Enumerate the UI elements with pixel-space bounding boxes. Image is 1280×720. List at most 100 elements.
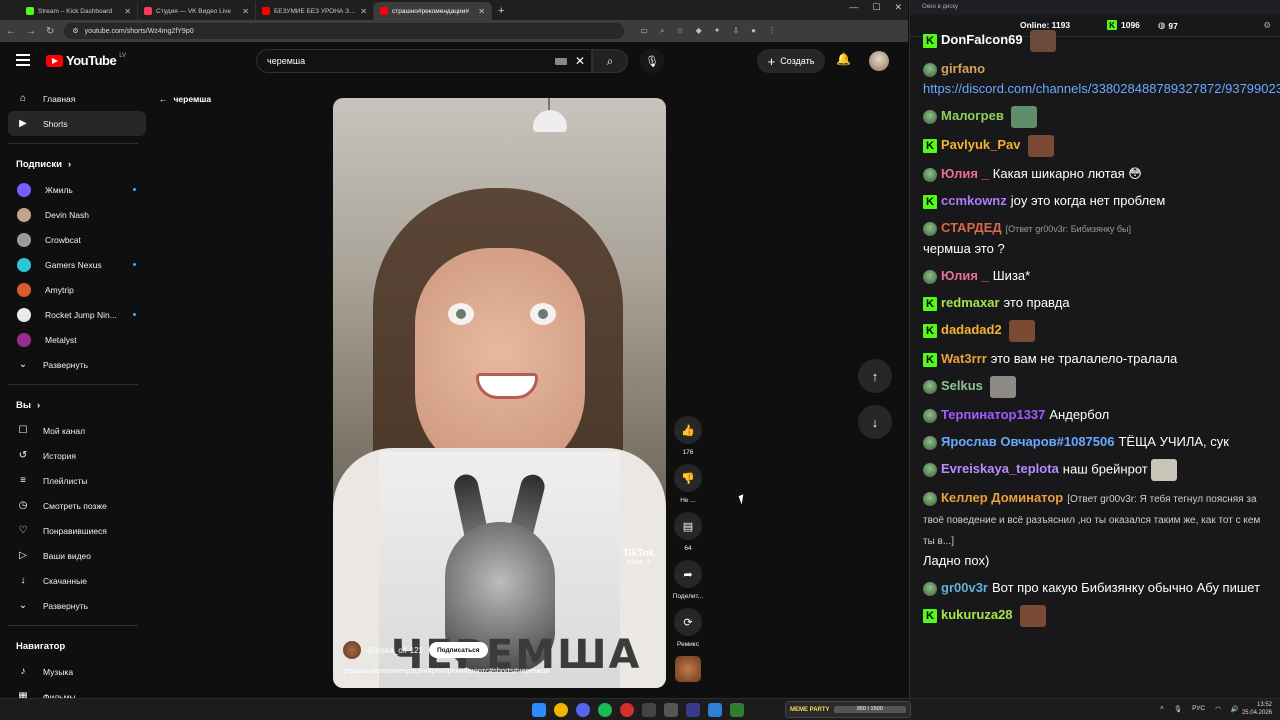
terminal-icon[interactable] — [664, 703, 678, 717]
chevron-up-icon[interactable]: ˄ — [1160, 705, 1164, 713]
chat-username[interactable]: girfano — [941, 61, 985, 76]
channel-name[interactable]: @iriska_off-121 — [367, 646, 423, 655]
account-avatar[interactable] — [869, 51, 889, 71]
chat-username[interactable]: dadadad2 — [941, 322, 1002, 337]
sidebar-item-subscription[interactable]: Gamers Nexus — [8, 252, 146, 277]
wifi-icon[interactable]: ◠ — [1215, 705, 1221, 713]
discord-icon[interactable] — [576, 703, 590, 717]
tab-close-icon[interactable]: ✕ — [124, 7, 131, 16]
sidebar-item-subscription[interactable]: Rocket Jump Nin... — [8, 302, 146, 327]
reload-icon[interactable]: ↻ — [46, 26, 54, 37]
start-icon[interactable] — [532, 703, 546, 717]
url-input[interactable]: ⚙ youtube.com/shorts/Wz4mg2fY9p0 — [64, 23, 625, 39]
chat-username[interactable]: Келлер Доминатор — [941, 490, 1063, 505]
spotify-icon[interactable] — [598, 703, 612, 717]
puzzle-icon[interactable]: ✦ — [714, 26, 721, 36]
menu-dots-icon[interactable]: ⋮ — [768, 26, 776, 36]
menu-hamburger-icon[interactable] — [16, 54, 30, 66]
remix-button[interactable]: ⟳ — [674, 608, 702, 636]
chat-username[interactable]: СТАРДЕД — [941, 220, 1002, 235]
download-icon[interactable]: ⇩ — [732, 26, 739, 36]
steam-icon[interactable] — [642, 703, 656, 717]
sidebar-item-downloads[interactable]: ↓ Скачанные — [8, 568, 146, 593]
chat-link[interactable]: https://discord.com/channels/33802848878… — [923, 81, 1280, 96]
notifications-bell-icon[interactable]: 🔔 — [836, 52, 851, 66]
voice-search-button[interactable]: 🎙 — [640, 49, 664, 73]
you-header[interactable]: Вы › — [8, 392, 146, 418]
chat-username[interactable]: redmaxar — [941, 295, 1000, 310]
zoom-icon[interactable]: ⌕ — [660, 26, 664, 36]
minimize-icon[interactable]: — — [849, 2, 858, 13]
extension-icon[interactable]: ◆ — [696, 26, 702, 36]
channel-avatar[interactable] — [343, 641, 361, 659]
browser-tab[interactable]: страшно#рекомендации# ✕ — [374, 2, 492, 20]
chat-username[interactable]: Pavlyuk_Pav — [941, 137, 1021, 152]
comments-button[interactable]: ▤ — [674, 512, 702, 540]
chat-username[interactable]: Selkus — [941, 378, 983, 393]
app-icon[interactable] — [620, 703, 634, 717]
sidebar-item-history[interactable]: ↺ История — [8, 443, 146, 468]
back-to-search[interactable]: ← черемша — [159, 94, 211, 104]
expand-subscriptions-button[interactable]: ⌄ Развернуть — [8, 352, 146, 377]
tab-close-icon[interactable]: ✕ — [360, 7, 367, 16]
mic-tray-icon[interactable]: 🎙 — [1174, 705, 1182, 713]
sidebar-item-subscription[interactable]: Devin Nash — [8, 202, 146, 227]
subscribe-button[interactable]: Подписаться — [429, 642, 488, 658]
chat-username[interactable]: kukuruza28 — [941, 607, 1013, 622]
next-short-button[interactable]: ↓ — [858, 405, 892, 439]
tab-close-icon[interactable]: ✕ — [242, 7, 249, 16]
forward-arrow-icon[interactable]: → — [26, 26, 36, 37]
clear-search-icon[interactable]: ✕ — [575, 54, 585, 68]
like-button[interactable]: 👍 — [674, 416, 702, 444]
media-icon[interactable] — [686, 703, 700, 717]
chat-username[interactable]: Малогрев — [941, 108, 1004, 123]
chat-username[interactable]: Wat3rrr — [941, 351, 987, 366]
back-arrow-icon[interactable]: ← — [6, 26, 16, 37]
search-input[interactable]: черемша ✕ — [256, 49, 592, 73]
chat-username[interactable]: Evreiskaya_teplota — [941, 461, 1059, 476]
sidebar-item-subscription[interactable]: Amytrip — [8, 277, 146, 302]
shorts-video-player[interactable]: ЧЕРЕМША TikTok ichka_fi @iriska_off-121 … — [333, 98, 666, 688]
volume-icon[interactable]: 🔊 — [1231, 705, 1239, 713]
excel-icon[interactable] — [730, 703, 744, 717]
sidebar-item-watch-later[interactable]: ◷ Смотреть позже — [8, 493, 146, 518]
language-indicator[interactable]: РУС — [1192, 705, 1205, 713]
search-button[interactable]: ⌕ — [592, 49, 628, 73]
create-button[interactable]: + Создать — [757, 49, 825, 73]
cast-icon[interactable]: ▭ — [640, 26, 648, 36]
browser-tab[interactable]: БЕЗУМИЕ БЕЗ УРОНА ЗА 4 ЧА ✕ — [256, 2, 374, 20]
chat-username[interactable]: Ярослав Овчаров#1087506 — [941, 434, 1114, 449]
sidebar-item-liked[interactable]: ♡ Понравившиеся — [8, 518, 146, 543]
meme-party-widget[interactable]: MEME PARTY 950 / 1500 — [785, 701, 911, 718]
close-icon[interactable]: ✕ — [894, 2, 902, 13]
site-info-icon[interactable]: ⚙ — [72, 27, 78, 35]
chat-username[interactable]: Юлия _ — [941, 268, 989, 283]
chrome-icon[interactable] — [554, 703, 568, 717]
sidebar-item-your-videos[interactable]: ▷ Ваши видео — [8, 543, 146, 568]
chat-username[interactable]: DonFalcon69 — [941, 32, 1023, 47]
vscode-icon[interactable] — [708, 703, 722, 717]
subscriptions-header[interactable]: Подписки › — [8, 151, 146, 177]
clock[interactable]: 13:52 25.04.2026 — [1242, 701, 1272, 717]
chat-username[interactable]: gr00v3r — [941, 580, 988, 595]
dislike-button[interactable]: 👎 — [674, 464, 702, 492]
chat-username[interactable]: ccmkownz — [941, 193, 1007, 208]
keyboard-icon[interactable] — [555, 58, 567, 65]
chat-username[interactable]: Терпинатор1337 — [941, 407, 1045, 422]
share-button[interactable]: ➦ — [674, 560, 702, 588]
tab-close-icon[interactable]: ✕ — [478, 7, 485, 16]
sidebar-item-subscription[interactable]: Metalyst — [8, 327, 146, 352]
sidebar-item-shorts[interactable]: ▶ Shorts — [8, 111, 146, 136]
video-title[interactable]: страшно#рекомендации#рек#реки#шортс#shor… — [343, 666, 549, 675]
maximize-icon[interactable]: ☐ — [872, 2, 880, 13]
expand-you-button[interactable]: ⌄ Развернуть — [8, 593, 146, 618]
profile-icon[interactable]: ● — [751, 26, 756, 36]
new-tab-icon[interactable]: + — [492, 2, 510, 20]
previous-short-button[interactable]: ↑ — [858, 359, 892, 393]
browser-tab[interactable]: Студия — VK Видео Live ✕ — [138, 2, 256, 20]
sidebar-item-subscription[interactable]: Crowbcat — [8, 227, 146, 252]
sidebar-item-home[interactable]: ⌂ Главная — [8, 86, 146, 111]
sound-thumbnail[interactable] — [675, 656, 701, 682]
sidebar-item-playlists[interactable]: ≡ Плейлисты — [8, 468, 146, 493]
bookmark-star-icon[interactable]: ☆ — [676, 26, 683, 36]
